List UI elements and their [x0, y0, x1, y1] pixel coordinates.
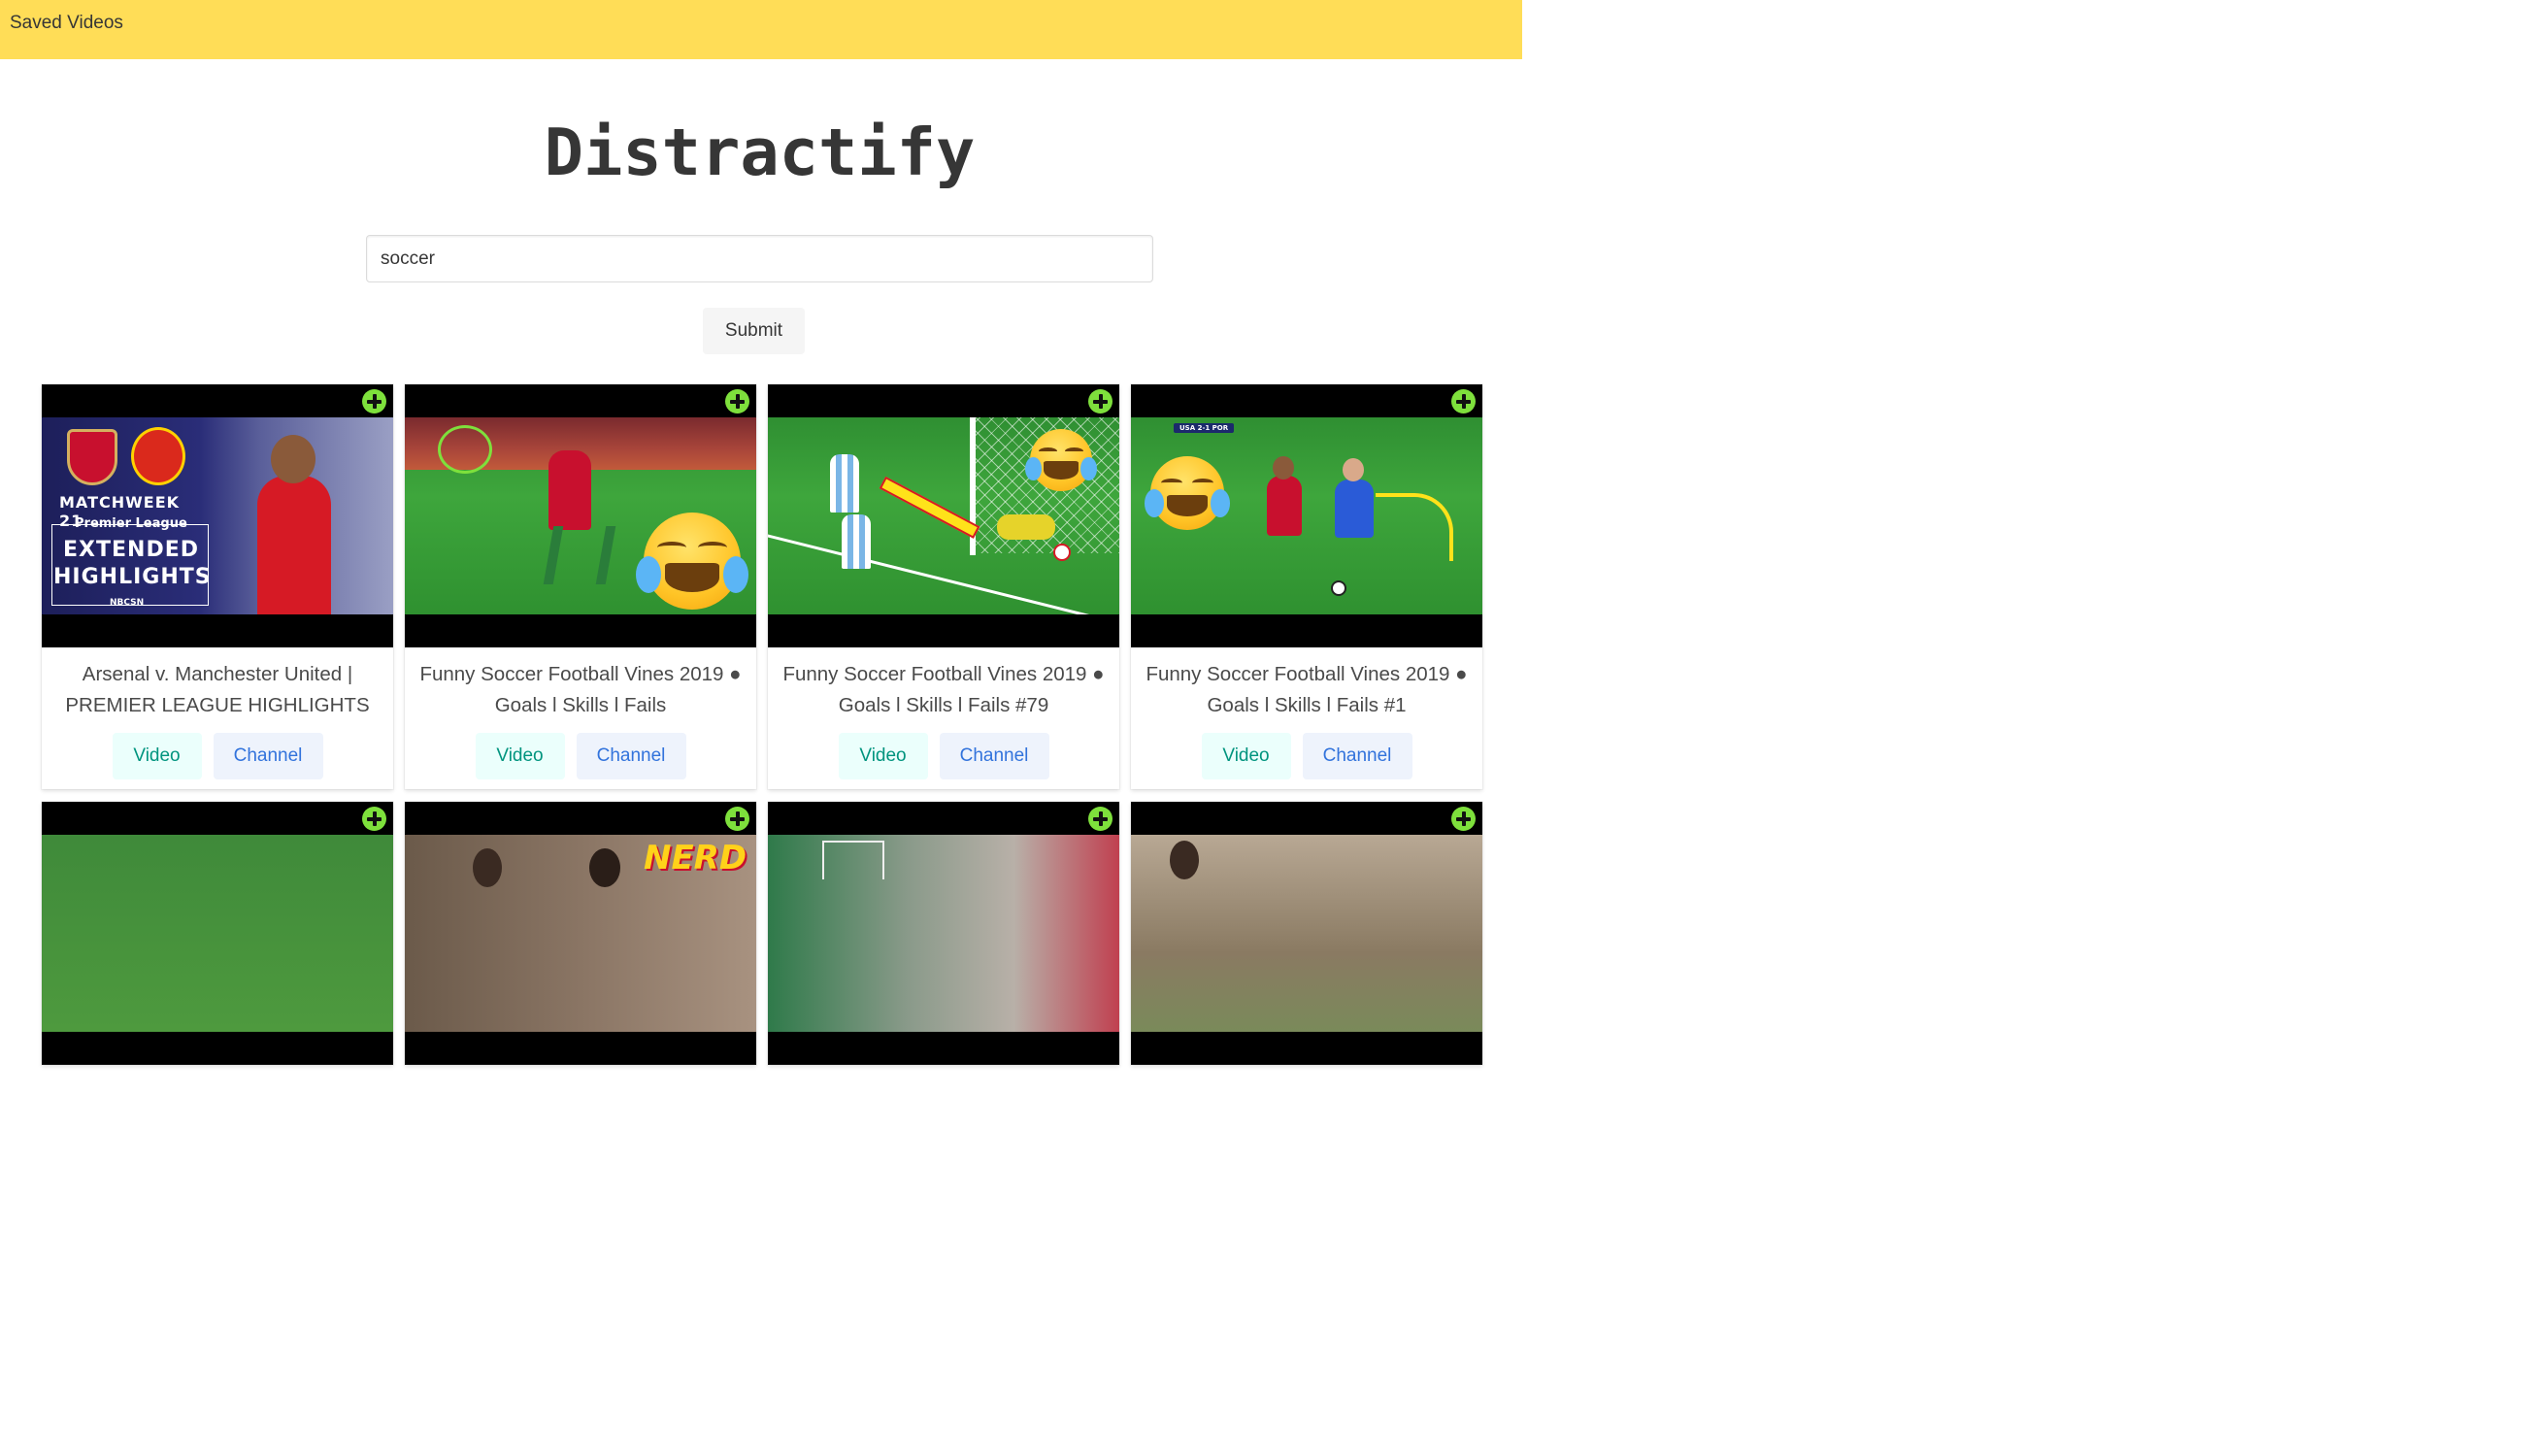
video-title: Funny Soccer Football Vines 2019 ● Goals…	[1146, 663, 1468, 716]
card-content: Funny Soccer Football Vines 2019 ● Goals…	[768, 647, 1119, 789]
arsenal-crest	[67, 429, 117, 485]
thumbnail-image	[768, 417, 1119, 614]
goalkeeper-figure	[997, 514, 1055, 540]
thumbnail-image: MATCHWEEK 21 Premier League EXTENDED HIG…	[42, 417, 393, 614]
yellow-squiggle-arrow	[1376, 493, 1453, 561]
search-input[interactable]	[366, 235, 1153, 282]
video-thumbnail[interactable]	[768, 384, 1119, 647]
card-content: Funny Soccer Football Vines 2019 ● Goals…	[405, 647, 756, 789]
add-to-saved-icon[interactable]	[1451, 389, 1476, 414]
player-figure	[1267, 476, 1302, 536]
video-card	[1131, 802, 1482, 1065]
laughing-emoji	[1144, 456, 1231, 530]
video-button[interactable]: Video	[1201, 733, 1291, 779]
man-united-crest	[131, 427, 185, 485]
video-card	[768, 802, 1119, 1065]
card-buttons: Video Channel	[768, 733, 1119, 779]
add-to-saved-icon[interactable]	[725, 389, 749, 414]
video-button[interactable]: Video	[475, 733, 565, 779]
video-thumbnail[interactable]: USA 2-1 POR	[1131, 384, 1482, 647]
video-card: USA 2-1 POR Funny Soccer Football Vines …	[1131, 384, 1482, 789]
card-content: Funny Soccer Football Vines 2019 ● Goals…	[1131, 647, 1482, 789]
video-card	[42, 802, 393, 1065]
channel-button[interactable]: Channel	[939, 733, 1049, 779]
highlight-circle	[438, 425, 492, 474]
referee-head	[1343, 458, 1364, 481]
video-card: Funny Soccer Football Vines 2019 ● Goals…	[768, 384, 1119, 789]
video-card: MATCHWEEK 21 Premier League EXTENDED HIG…	[42, 384, 393, 789]
person-figure	[473, 848, 502, 887]
player-head	[1273, 456, 1294, 480]
laughing-emoji	[636, 513, 748, 610]
add-to-saved-icon[interactable]	[1451, 807, 1476, 831]
video-title: Arsenal v. Manchester United | PREMIER L…	[65, 663, 370, 716]
yellow-arrow	[879, 476, 980, 539]
thumb-network-text: NBCSN	[110, 598, 145, 608]
thumbnail-image	[405, 417, 756, 614]
person-figure	[589, 848, 620, 887]
soccer-ball	[1331, 580, 1346, 596]
video-title: Funny Soccer Football Vines 2019 ● Goals…	[419, 663, 742, 716]
add-to-saved-icon[interactable]	[725, 807, 749, 831]
laughing-emoji	[1024, 429, 1098, 491]
person-figure	[1170, 841, 1199, 879]
card-buttons: Video Channel	[42, 733, 393, 779]
card-content: Arsenal v. Manchester United | PREMIER L…	[42, 647, 393, 789]
thumbnail-image: USA 2-1 POR	[1131, 417, 1482, 614]
player-figure	[842, 514, 871, 569]
video-thumbnail[interactable]	[768, 802, 1119, 1065]
player-figure	[548, 450, 591, 530]
video-thumbnail[interactable]	[42, 802, 393, 1065]
card-buttons: Video Channel	[1131, 733, 1482, 779]
saved-videos-link[interactable]: Saved Videos	[10, 12, 123, 35]
nerd-banner-text: NERD	[644, 839, 747, 877]
thumbnail-image	[1131, 835, 1482, 1032]
video-card: NERD	[405, 802, 756, 1065]
video-thumbnail[interactable]	[405, 384, 756, 647]
video-title: Funny Soccer Football Vines 2019 ● Goals…	[782, 663, 1105, 716]
thumbnail-image	[768, 835, 1119, 1032]
video-button[interactable]: Video	[112, 733, 202, 779]
video-button[interactable]: Video	[838, 733, 928, 779]
add-to-saved-icon[interactable]	[362, 389, 386, 414]
thumb-extended-text: EXTENDED	[63, 538, 199, 562]
thumbnail-image	[42, 835, 393, 1032]
channel-button[interactable]: Channel	[576, 733, 686, 779]
player-figure	[830, 454, 859, 513]
player-figure	[257, 476, 331, 614]
player-head	[271, 435, 316, 483]
add-to-saved-icon[interactable]	[362, 807, 386, 831]
soccer-ball	[1053, 544, 1071, 561]
scoreboard: USA 2-1 POR	[1174, 423, 1235, 433]
video-thumbnail[interactable]: MATCHWEEK 21 Premier League EXTENDED HIG…	[42, 384, 393, 647]
add-to-saved-icon[interactable]	[1088, 389, 1113, 414]
channel-button[interactable]: Channel	[1302, 733, 1412, 779]
referee-figure	[1335, 480, 1374, 538]
channel-button[interactable]: Channel	[213, 733, 323, 779]
thumbnail-image: NERD	[405, 835, 756, 1032]
thumb-highlights-text: HIGHLIGHTS	[53, 565, 212, 589]
top-navbar: Saved Videos	[0, 0, 1522, 59]
player-legs	[543, 526, 616, 584]
app-title: Distractify	[544, 115, 976, 190]
submit-button[interactable]: Submit	[703, 308, 805, 354]
goal-frame	[822, 841, 884, 879]
add-to-saved-icon[interactable]	[1088, 807, 1113, 831]
card-buttons: Video Channel	[405, 733, 756, 779]
video-thumbnail[interactable]: NERD	[405, 802, 756, 1065]
video-card: Funny Soccer Football Vines 2019 ● Goals…	[405, 384, 756, 789]
video-thumbnail[interactable]	[1131, 802, 1482, 1065]
